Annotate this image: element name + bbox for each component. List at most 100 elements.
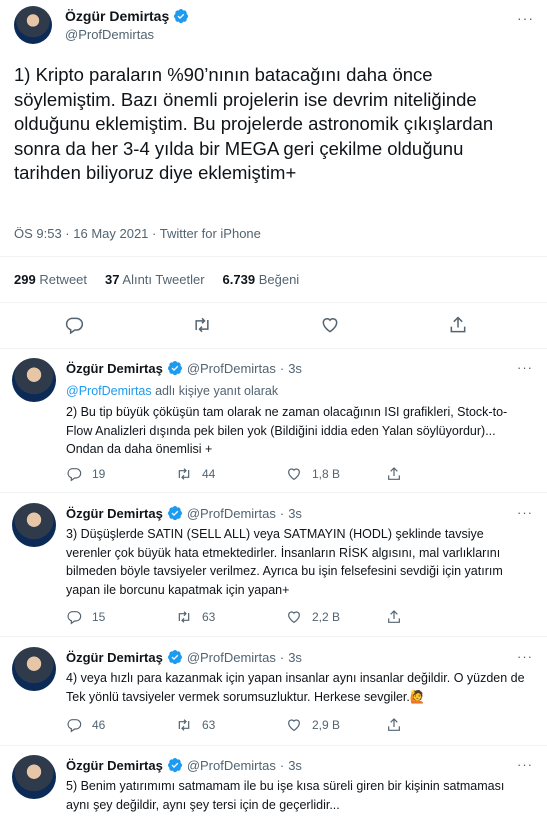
quotes-label: Alıntı Tweetler (122, 272, 205, 287)
share-icon (386, 717, 402, 733)
reply-text: 2) Bu tip büyük çöküşün tam olarak ne za… (66, 405, 508, 456)
likes-count: 6.739 (222, 272, 256, 287)
verified-badge-icon (167, 649, 183, 665)
tweet-text: 1) Kripto paraların %90’nının batacağını… (14, 64, 499, 183)
reply-button[interactable]: 46 (66, 717, 105, 733)
reply-button[interactable]: 15 (66, 609, 105, 625)
divider (0, 492, 547, 493)
retweets-count: 299 (14, 272, 36, 287)
reply-actions: 19 44 1,8 B (66, 466, 446, 484)
divider (0, 636, 547, 637)
heart-icon (286, 466, 302, 482)
tweet-timestamp[interactable]: ÖS 9:53 · 16 May 2021 · Twitter for iPho… (14, 226, 261, 241)
quotes-count: 37 (105, 272, 120, 287)
dot-separator: · (279, 757, 285, 773)
reply-actions: 15 63 2,2 B (66, 609, 446, 627)
author-name[interactable]: Özgür Demirtaş (66, 650, 163, 665)
share-button[interactable] (386, 717, 402, 733)
retweet-icon[interactable] (192, 315, 212, 335)
verified-badge-icon (167, 505, 183, 521)
reply-header: Özgür Demirtaş @ProfDemirtas · 3s (66, 649, 302, 665)
share-button[interactable] (386, 466, 402, 482)
like-button[interactable]: 2,2 B (286, 609, 340, 625)
reply-time[interactable]: 3s (288, 758, 302, 773)
author-name-row[interactable]: Özgür Demirtaş (65, 8, 189, 24)
author-name[interactable]: Özgür Demirtaş (66, 361, 163, 376)
divider (0, 302, 547, 303)
reply-count: 46 (92, 718, 106, 732)
heart-icon (286, 609, 302, 625)
dot-separator: · (279, 360, 285, 376)
author-handle[interactable]: @ProfDemirtas (187, 361, 276, 376)
author-avatar[interactable] (12, 358, 56, 402)
reply-time[interactable]: 3s (288, 361, 302, 376)
share-icon[interactable] (448, 315, 468, 335)
divider (0, 745, 547, 746)
retweet-icon (176, 466, 192, 482)
like-count: 1,8 B (312, 467, 341, 481)
verified-badge-icon (173, 8, 189, 24)
dot-separator: · (279, 649, 285, 665)
author-handle[interactable]: @ProfDemirtas (65, 27, 154, 42)
main-tweet-actions (0, 315, 547, 337)
reply-text: 3) Düşüşlerde SATIN (SELL ALL) veya SATM… (66, 527, 503, 597)
likes-label: Beğeni (258, 272, 300, 287)
retweets-label: Retweet (39, 272, 88, 287)
reply-header: Özgür Demirtaş @ProfDemirtas · 3s (66, 505, 302, 521)
retweet-count: 63 (202, 718, 216, 732)
more-icon[interactable]: ··· (517, 505, 533, 520)
reply-count: 15 (92, 610, 106, 624)
retweets-stat[interactable]: 299 Retweet (14, 272, 87, 287)
more-icon[interactable]: ··· (517, 757, 533, 772)
like-count: 2,9 B (312, 718, 341, 732)
reply-icon[interactable] (64, 315, 84, 335)
main-tweet-header: Özgür Demirtaş @ProfDemirtas ··· (14, 6, 534, 46)
reply-icon (66, 609, 82, 625)
share-icon (386, 466, 402, 482)
replying-to-suffix: adlı kişiye yanıt olarak (155, 384, 279, 398)
reply-time[interactable]: 3s (288, 650, 302, 665)
author-avatar[interactable] (12, 755, 56, 799)
reply-time[interactable]: 3s (288, 506, 302, 521)
author-handle[interactable]: @ProfDemirtas (187, 758, 276, 773)
retweet-button[interactable]: 63 (176, 717, 215, 733)
reply-text: 4) veya hızlı para kazanmak için yapan i… (66, 671, 525, 704)
author-name[interactable]: Özgür Demirtaş (66, 758, 163, 773)
reply-actions: 46 63 2,9 B (66, 717, 446, 735)
reply-header: Özgür Demirtaş @ProfDemirtas · 3s (66, 360, 302, 376)
divider (0, 256, 547, 257)
more-icon[interactable]: ··· (517, 10, 534, 26)
retweet-button[interactable]: 63 (176, 609, 215, 625)
author-avatar[interactable] (14, 6, 52, 44)
heart-icon (286, 717, 302, 733)
quotes-stat[interactable]: 37 Alıntı Tweetler (105, 272, 205, 287)
verified-badge-icon (167, 360, 183, 376)
author-name[interactable]: Özgür Demirtaş (65, 8, 169, 24)
reply-text: 5) Benim yatırımımı satmamam ile bu işe … (66, 779, 505, 812)
author-avatar[interactable] (12, 503, 56, 547)
dot-separator: · (279, 505, 285, 521)
retweet-count: 63 (202, 610, 216, 624)
replying-to-handle[interactable]: @ProfDemirtas (66, 384, 152, 398)
reply-header: Özgür Demirtaş @ProfDemirtas · 3s (66, 757, 302, 773)
more-icon[interactable]: ··· (517, 360, 533, 375)
share-button[interactable] (386, 609, 402, 625)
more-icon[interactable]: ··· (517, 649, 533, 664)
likes-stat[interactable]: 6.739 Beğeni (223, 272, 300, 287)
like-button[interactable]: 1,8 B (286, 466, 340, 482)
retweet-count: 44 (202, 467, 216, 481)
retweet-button[interactable]: 44 (176, 466, 215, 482)
reply-icon (66, 466, 82, 482)
tweet-stats: 299 Retweet 37 Alıntı Tweetler 6.739 Beğ… (14, 272, 299, 287)
reply-button[interactable]: 19 (66, 466, 105, 482)
author-avatar[interactable] (12, 647, 56, 691)
retweet-icon (176, 717, 192, 733)
heart-icon[interactable] (320, 315, 340, 335)
like-button[interactable]: 2,9 B (286, 717, 340, 733)
retweet-icon (176, 609, 192, 625)
reply-icon (66, 717, 82, 733)
author-name[interactable]: Özgür Demirtaş (66, 506, 163, 521)
author-handle[interactable]: @ProfDemirtas (187, 650, 276, 665)
divider (0, 348, 547, 349)
author-handle[interactable]: @ProfDemirtas (187, 506, 276, 521)
